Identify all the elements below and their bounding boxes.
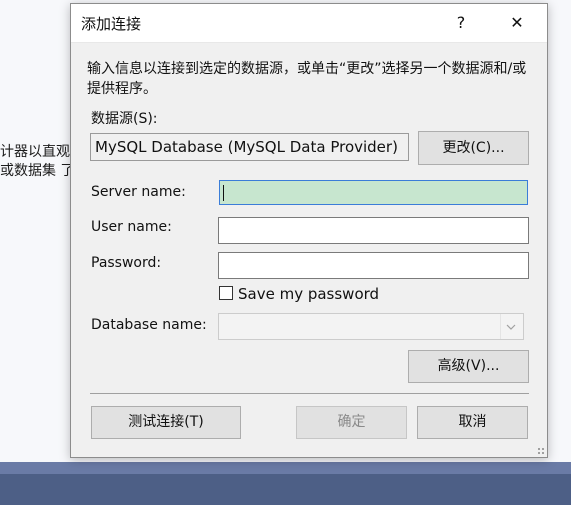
chevron-down-icon[interactable] <box>500 314 521 339</box>
server-name-input[interactable] <box>219 180 528 205</box>
separator <box>90 393 529 394</box>
change-data-source-button[interactable]: 更改(C)... <box>418 131 529 165</box>
close-icon[interactable]: ✕ <box>503 10 531 36</box>
password-input[interactable] <box>218 252 529 279</box>
dialog-description: 输入信息以连接到选定的数据源，或单击“更改”选择另一个数据源和/或提供程序。 <box>87 61 527 97</box>
data-source-field: MySQL Database (MySQL Data Provider) <box>90 133 409 161</box>
background-text-line-2: 或数据集 了 <box>0 160 74 180</box>
database-name-label: Database name: <box>91 317 207 333</box>
server-name-label: Server name: <box>91 184 186 200</box>
text-caret <box>223 185 224 201</box>
ok-button[interactable]: 确定 <box>296 406 407 439</box>
advanced-button[interactable]: 高级(V)... <box>408 350 529 383</box>
help-icon[interactable]: ? <box>447 10 475 36</box>
database-name-select[interactable] <box>218 313 524 340</box>
resize-grip-icon[interactable] <box>537 447 545 455</box>
add-connection-dialog: 添加连接 ? ✕ 输入信息以连接到选定的数据源，或单击“更改”选择另一个数据源和… <box>70 3 548 458</box>
background-text-line-2-prefix: 或数据集 <box>0 163 56 179</box>
password-label: Password: <box>91 255 162 271</box>
cancel-button[interactable]: 取消 <box>417 406 528 439</box>
user-name-label: User name: <box>91 219 172 235</box>
save-password-checkbox[interactable] <box>219 286 233 300</box>
background-bar-top <box>0 462 571 474</box>
test-connection-button[interactable]: 测试连接(T) <box>91 406 241 439</box>
user-name-input[interactable] <box>218 217 529 244</box>
background-bar-bottom <box>0 474 571 505</box>
dialog-titlebar: 添加连接 ? ✕ <box>71 4 547 43</box>
save-password-label[interactable]: Save my password <box>238 285 379 303</box>
data-source-label: 数据源(S): <box>91 111 158 127</box>
dialog-title: 添加连接 <box>81 15 142 33</box>
